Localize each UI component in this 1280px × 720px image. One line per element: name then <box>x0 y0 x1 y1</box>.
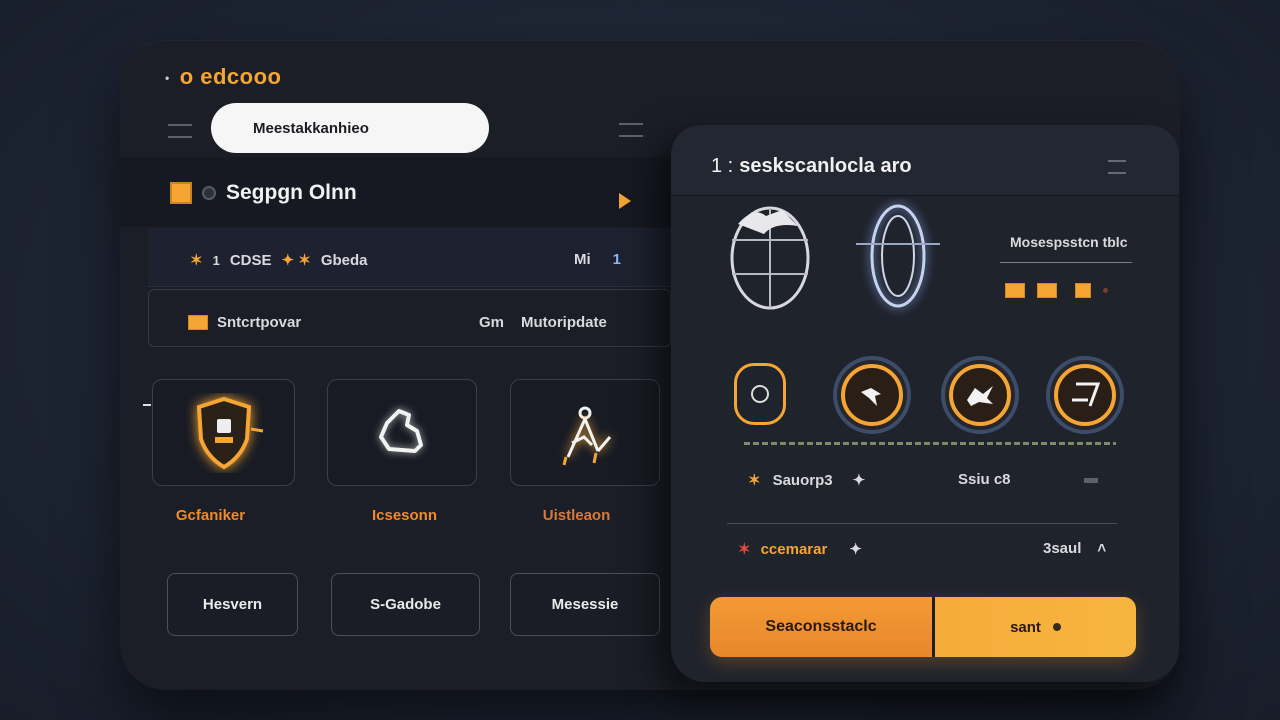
alert-icon: ✶ <box>738 541 751 558</box>
swatch-3[interactable] <box>1075 283 1091 298</box>
shield-icon <box>196 396 263 469</box>
folder-icon <box>188 315 208 330</box>
divider <box>727 523 1117 524</box>
star-icon-3[interactable]: ✦ <box>849 540 862 558</box>
detail-panel-title: 1 : seskscanlocla aro <box>711 155 912 178</box>
search-input[interactable]: Meestakkanhieo <box>211 103 489 153</box>
detail-row-2-label: ccemarar <box>760 540 828 558</box>
action-button-2-label: S-Gadobe <box>370 596 441 613</box>
row2-right1: Gm <box>479 314 505 331</box>
brand-name: o edcooo <box>179 64 282 89</box>
row1-bullet: 1 <box>212 252 220 268</box>
record-button[interactable] <box>734 363 786 425</box>
row1-right2: 1 <box>612 251 622 268</box>
tool-circle-1[interactable] <box>833 356 911 434</box>
ring-icon <box>856 204 940 308</box>
detail-title-num: 1 : <box>711 155 734 177</box>
swatch-2[interactable] <box>1037 283 1057 298</box>
transform-icon <box>1072 382 1101 407</box>
progress-track <box>744 442 1116 445</box>
row2-label1: Sntcrtpovar <box>217 314 302 331</box>
tile-shield[interactable] <box>152 379 295 486</box>
action-button-3-label: Mesessie <box>551 596 619 613</box>
detail-row-2-value: 3saul <box>1043 540 1082 557</box>
row1-right1: Mi <box>574 251 591 268</box>
side-label-underline <box>1000 262 1132 263</box>
mini-swatches <box>1005 283 1108 298</box>
detail-row-1-left: ✶ Sauorp3 ✦ <box>748 471 866 490</box>
secondary-button-label: sant <box>1010 618 1041 636</box>
primary-button-left[interactable]: Seaconsstaclc <box>710 597 932 657</box>
tool-circle-2-inner <box>949 364 1011 426</box>
tile-label-2: Icsesonn <box>371 507 438 524</box>
row1-label1: CDSE <box>229 251 272 269</box>
row2-right2: Mutoripdate <box>521 314 607 331</box>
action-button-1-label: Hesvern <box>202 596 263 613</box>
section-header: Segpgn Olnn <box>170 181 357 205</box>
brand-logo: • o edcooo <box>165 64 281 90</box>
action-button-2[interactable]: S-Gadobe <box>331 573 480 636</box>
list-row-2-right: Gm Mutoripdate <box>479 314 607 331</box>
pen-tool-icon <box>562 406 612 465</box>
menu-icon-right[interactable] <box>619 123 643 137</box>
swatch-dot <box>1103 288 1108 293</box>
bird-icon <box>861 388 881 406</box>
dot-icon <box>1052 623 1061 631</box>
puzzle-icon <box>379 408 423 453</box>
swatch-1[interactable] <box>1005 283 1025 298</box>
tile-puzzle[interactable] <box>327 379 477 486</box>
globe-icon <box>730 206 810 310</box>
panel-menu-icon[interactable] <box>1108 160 1126 174</box>
tile-pen-tool[interactable] <box>510 379 660 486</box>
cat-icon <box>967 386 993 406</box>
chevron-icon[interactable]: ˄ <box>1097 540 1106 557</box>
side-label: Mosespsstcn tblc <box>1010 234 1128 250</box>
detail-row-2-right: 3saul ˄ <box>1043 540 1106 557</box>
list-row-1-left: ✶ 1 CDSE ✦ ✶ Gbeda <box>190 251 368 270</box>
tool-circle-3-inner <box>1054 364 1116 426</box>
star-icon: ✦ ✶ <box>281 252 311 269</box>
play-icon[interactable] <box>619 193 631 209</box>
tile-label-1: Gcfaniker <box>175 507 246 524</box>
tile-nav-marker <box>143 404 151 406</box>
section-square-icon <box>170 182 192 204</box>
spark-icon: ✶ <box>190 252 203 269</box>
detail-title-text: seskscanlocla aro <box>739 155 912 177</box>
detail-row-1-label: Sauorp3 <box>772 471 833 489</box>
tile-label-3: Uistleaon <box>542 507 611 524</box>
tool-circle-2[interactable] <box>941 356 1019 434</box>
section-title: Segpgn Olnn <box>226 181 357 204</box>
spark-icon-2: ✶ <box>748 472 761 489</box>
detail-row-1-bar <box>1084 478 1098 483</box>
search-value: Meestakkanhieo <box>253 119 369 137</box>
detail-row-1-value: Ssiu c8 <box>958 471 1011 488</box>
action-button-1[interactable]: Hesvern <box>167 573 298 636</box>
list-row-2-left: Sntcrtpovar <box>188 314 301 331</box>
brand-prefix: • <box>165 71 170 86</box>
primary-button-label: Seaconsstaclc <box>765 618 877 635</box>
record-icon <box>751 385 769 403</box>
row1-label2: Gbeda <box>320 251 368 269</box>
tool-circle-1-inner <box>841 364 903 426</box>
star-icon-2[interactable]: ✦ <box>853 471 866 489</box>
action-button-3[interactable]: Mesessie <box>510 573 660 636</box>
secondary-button[interactable]: sant <box>935 597 1136 657</box>
menu-icon[interactable] <box>168 124 192 138</box>
tool-circle-3[interactable] <box>1046 356 1124 434</box>
detail-row-2-left: ✶ ccemarar ✦ <box>738 540 862 559</box>
section-dot-icon <box>202 186 216 200</box>
primary-action-button[interactable]: Seaconsstaclc sant <box>710 597 1136 657</box>
list-row-1-right: Mi 1 <box>574 251 621 268</box>
